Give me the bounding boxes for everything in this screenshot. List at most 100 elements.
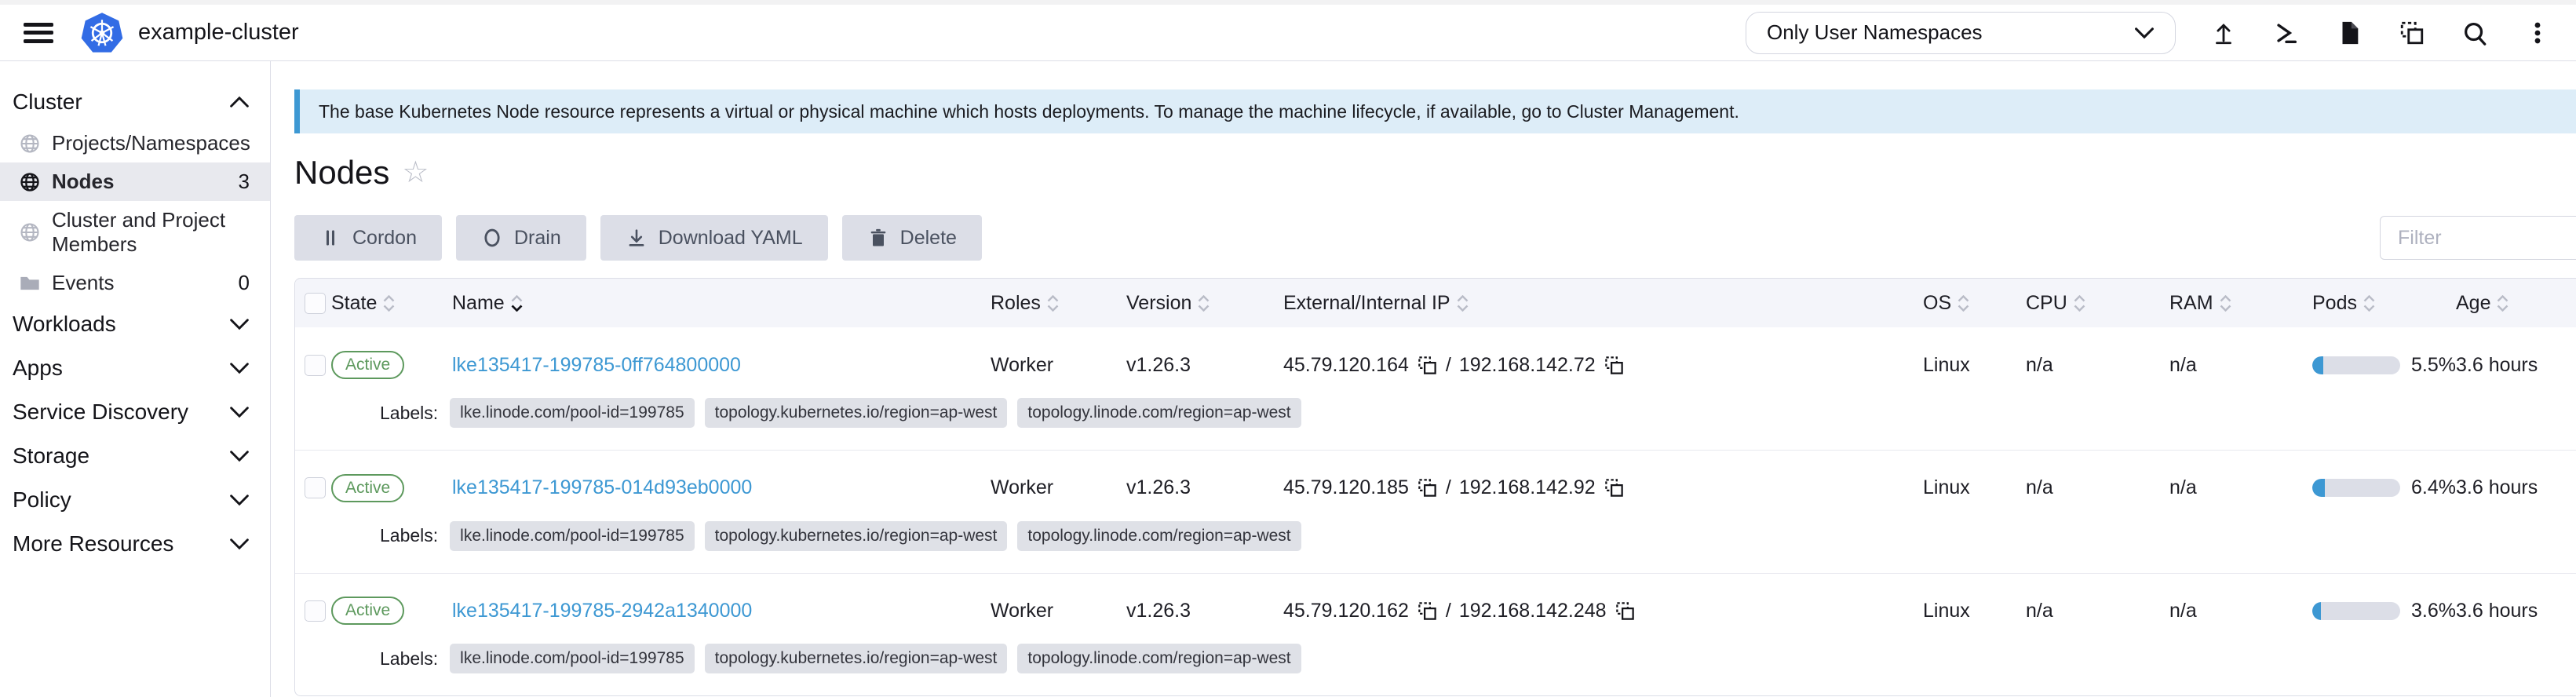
file-icon[interactable] <box>2334 18 2364 48</box>
button-label: Delete <box>900 227 957 250</box>
search-icon[interactable] <box>2460 18 2490 48</box>
age-cell: 3.6 hours <box>2456 451 2576 507</box>
pods-percent: 5.5% <box>2411 354 2456 377</box>
pods-usage-bar <box>2312 356 2400 374</box>
column-header-os[interactable]: OS <box>1923 279 2026 327</box>
nodes-count-badge: 3 <box>239 170 250 194</box>
column-header-ram[interactable]: RAM <box>2169 279 2312 327</box>
column-header-state[interactable]: State <box>331 279 452 327</box>
sort-icon-active <box>511 295 523 312</box>
sort-icon <box>1457 295 1469 312</box>
node-name-link[interactable]: lke135417-199785-0ff764800000 <box>452 354 741 376</box>
column-header-name[interactable]: Name <box>452 279 991 327</box>
pods-usage-bar <box>2312 602 2400 620</box>
sidebar-item-nodes[interactable]: Nodes 3 <box>0 162 270 201</box>
favorite-star-icon[interactable]: ☆ <box>402 158 429 188</box>
namespace-filter-dropdown[interactable]: Only User Namespaces <box>1746 12 2176 54</box>
column-header-age[interactable]: Age <box>2456 279 2576 327</box>
sidebar-group-label: Policy <box>13 487 71 513</box>
cordon-button[interactable]: Cordon <box>294 215 442 261</box>
ip-separator: / <box>1446 476 1451 499</box>
kebab-menu-icon[interactable] <box>2523 18 2552 48</box>
sort-icon <box>2220 295 2231 312</box>
sidebar-item-label: Nodes <box>52 170 114 194</box>
sidebar-group-policy[interactable]: Policy <box>0 478 270 522</box>
globe-icon <box>19 171 41 193</box>
sidebar-group-workloads[interactable]: Workloads <box>0 302 270 346</box>
copy-icon[interactable] <box>1615 600 1636 622</box>
external-ip: 45.79.120.164 <box>1283 354 1409 377</box>
copy-config-icon[interactable] <box>2397 18 2427 48</box>
external-ip: 45.79.120.162 <box>1283 600 1409 622</box>
sidebar-group-cluster[interactable]: Cluster <box>0 80 270 124</box>
ram-cell: n/a <box>2169 573 2312 629</box>
node-name-link[interactable]: lke135417-199785-014d93eb0000 <box>452 476 752 498</box>
drain-button[interactable]: Drain <box>456 215 586 261</box>
ip-cell: 45.79.120.185 / 192.168.142.92 <box>1283 476 1923 499</box>
page-title: Nodes <box>294 154 389 192</box>
hamburger-menu-icon[interactable] <box>24 23 53 43</box>
upload-icon[interactable] <box>2209 18 2238 48</box>
sidebar-group-apps[interactable]: Apps <box>0 346 270 390</box>
pods-percent: 6.4% <box>2411 476 2456 499</box>
sidebar-group-more-resources[interactable]: More Resources <box>0 522 270 566</box>
filter-input[interactable] <box>2380 216 2576 260</box>
sidebar-item-label: Projects/Namespaces <box>52 131 250 155</box>
download-yaml-button[interactable]: Download YAML <box>600 215 828 261</box>
sidebar-item-events[interactable]: Events 0 <box>0 264 270 302</box>
sidebar-group-storage[interactable]: Storage <box>0 434 270 478</box>
table-row: Active lke135417-199785-014d93eb0000 Wor… <box>295 451 2576 507</box>
sort-icon <box>2363 295 2375 312</box>
kubectl-shell-icon[interactable] <box>2271 18 2301 48</box>
header-toolbar: Only User Namespaces <box>1746 12 2552 54</box>
labels-title: Labels: <box>380 403 438 424</box>
roles-cell: Worker <box>991 327 1126 384</box>
labels-row: Labels: lke.linode.com/pool-id=199785 to… <box>295 507 2576 574</box>
external-ip: 45.79.120.185 <box>1283 476 1409 499</box>
labels-row: Labels: lke.linode.com/pool-id=199785 to… <box>295 384 2576 451</box>
ram-cell: n/a <box>2169 327 2312 384</box>
version-cell: v1.26.3 <box>1126 451 1283 507</box>
label-chip: lke.linode.com/pool-id=199785 <box>450 521 694 551</box>
os-cell: Linux <box>1923 451 2026 507</box>
ip-separator: / <box>1446 600 1451 622</box>
status-badge: Active <box>331 351 404 379</box>
row-checkbox[interactable] <box>305 477 326 498</box>
pause-icon <box>319 227 341 249</box>
os-cell: Linux <box>1923 573 2026 629</box>
button-label: Cordon <box>352 227 417 250</box>
pods-percent: 3.6% <box>2411 600 2456 622</box>
copy-icon[interactable] <box>1417 355 1438 376</box>
sort-icon <box>2074 295 2085 312</box>
copy-icon[interactable] <box>1417 600 1438 622</box>
sidebar-item-cluster-project-members[interactable]: Cluster and Project Members <box>0 201 270 264</box>
column-header-roles[interactable]: Roles <box>991 279 1126 327</box>
globe-icon <box>19 221 41 243</box>
select-all-checkbox[interactable] <box>305 293 326 314</box>
folder-icon <box>19 272 41 294</box>
age-cell: 3.6 hours <box>2456 327 2576 384</box>
labels-title: Labels: <box>380 525 438 546</box>
column-header-ip[interactable]: External/Internal IP <box>1283 279 1923 327</box>
column-header-version[interactable]: Version <box>1126 279 1283 327</box>
label-chip: lke.linode.com/pool-id=199785 <box>450 644 694 673</box>
row-checkbox[interactable] <box>305 355 326 376</box>
column-header-pods[interactable]: Pods <box>2312 279 2456 327</box>
sidebar-group-service-discovery[interactable]: Service Discovery <box>0 390 270 434</box>
table-row: Active lke135417-199785-0ff764800000 Wor… <box>295 327 2576 384</box>
chevron-down-icon <box>229 494 250 506</box>
chevron-up-icon <box>229 96 250 108</box>
copy-icon[interactable] <box>1417 477 1438 498</box>
delete-button[interactable]: Delete <box>842 215 982 261</box>
sidebar-item-projects-namespaces[interactable]: Projects/Namespaces <box>0 124 270 162</box>
table-row: Active lke135417-199785-2942a1340000 Wor… <box>295 573 2576 629</box>
node-name-link[interactable]: lke135417-199785-2942a1340000 <box>452 600 752 622</box>
row-checkbox[interactable] <box>305 600 326 622</box>
copy-icon[interactable] <box>1604 355 1625 376</box>
copy-icon[interactable] <box>1604 477 1625 498</box>
app-header: example-cluster Only User Namespaces <box>0 5 2576 61</box>
column-header-cpu[interactable]: CPU <box>2026 279 2169 327</box>
version-cell: v1.26.3 <box>1126 327 1283 384</box>
page-cluster-title: example-cluster <box>138 20 299 46</box>
pods-cell: 6.4% <box>2312 476 2456 499</box>
